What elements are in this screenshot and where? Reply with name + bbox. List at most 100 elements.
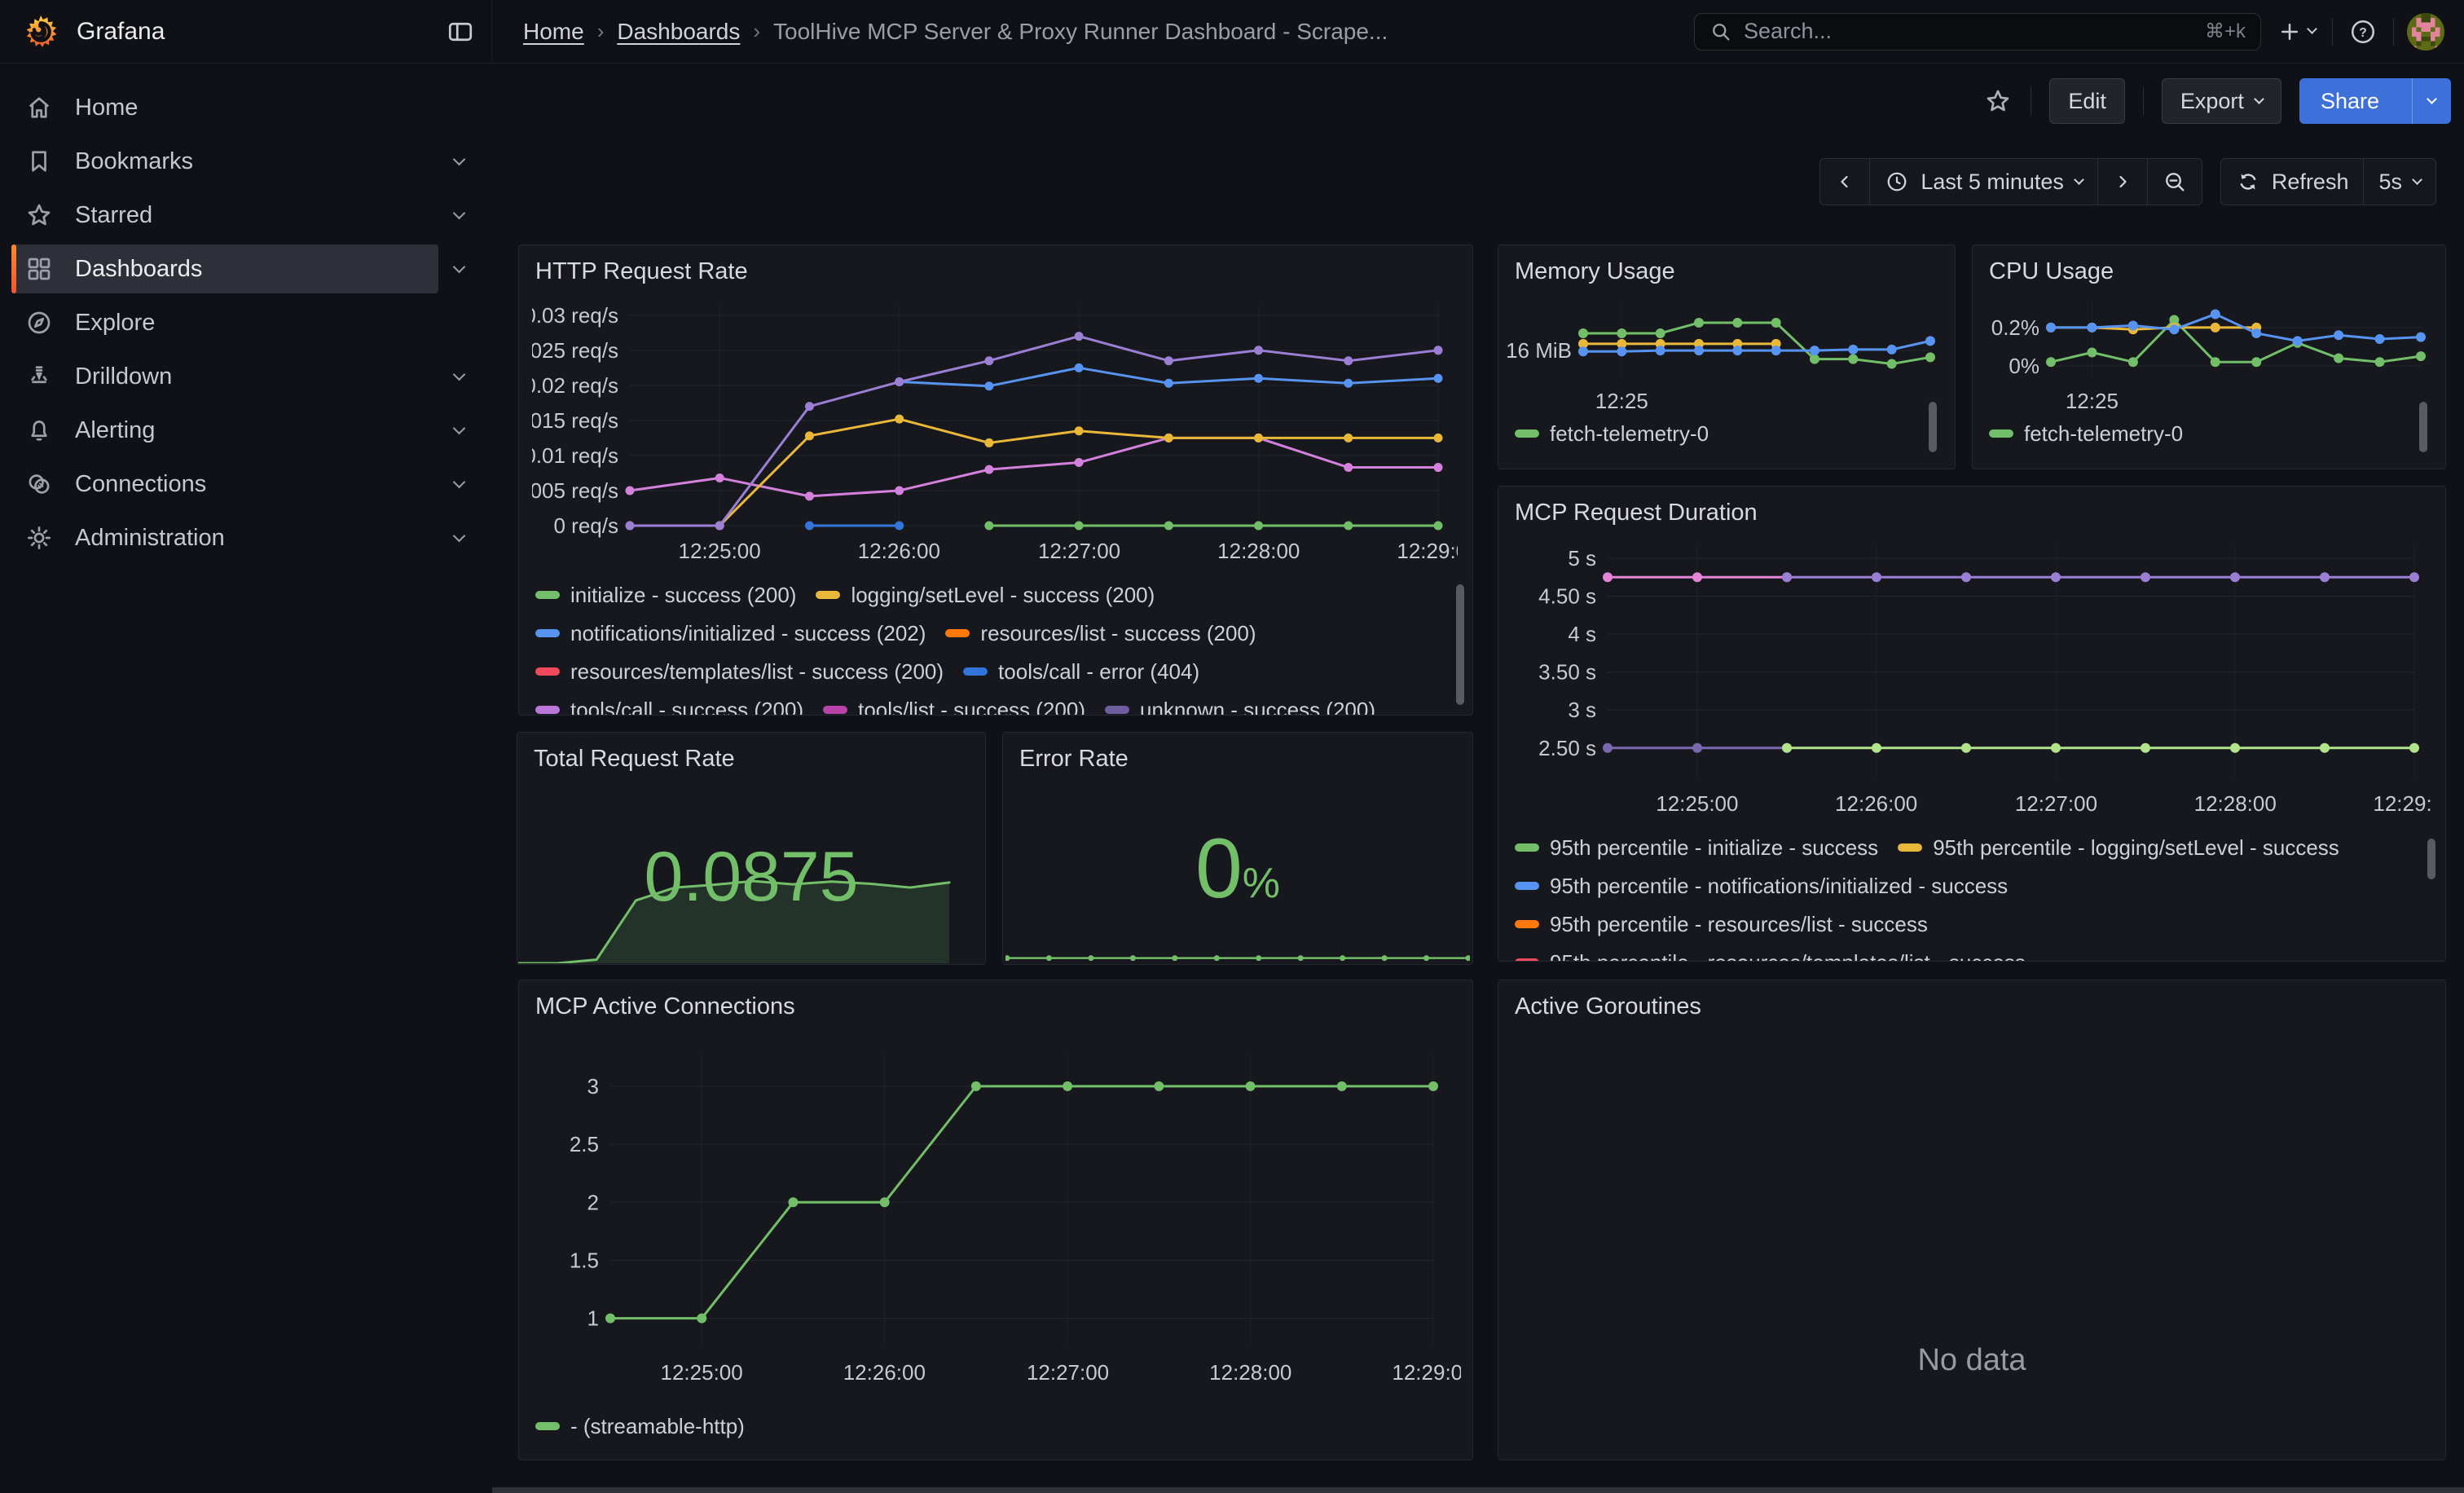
legend-item[interactable]: fetch-telemetry-0 xyxy=(1989,421,2183,446)
sidebar-item-administration[interactable]: Administration xyxy=(11,513,438,562)
time-controls: Last 5 minutes Refresh 5s xyxy=(1819,158,2436,205)
svg-text:0.015 req/s: 0.015 req/s xyxy=(532,408,618,433)
svg-text:12:29:00: 12:29:00 xyxy=(1392,1360,1461,1385)
expand-dashboards-icon[interactable] xyxy=(438,266,479,272)
navbar-actions: Search... ⌘+k ? xyxy=(1694,13,2464,51)
add-new-button[interactable] xyxy=(2274,16,2319,47)
legend-item[interactable]: fetch-telemetry-0 xyxy=(1515,421,1709,446)
svg-text:3 s: 3 s xyxy=(1568,698,1596,722)
expand-connections-icon[interactable] xyxy=(438,482,479,487)
legend-item[interactable]: unknown - success (200) xyxy=(1105,698,1375,716)
export-button[interactable]: Export xyxy=(2162,78,2281,124)
expand-alerting-icon[interactable] xyxy=(438,428,479,434)
grafana-logo[interactable] xyxy=(23,14,59,50)
legend-item[interactable]: 95th percentile - initialize - success xyxy=(1515,835,1878,860)
breadcrumb-current: ToolHive MCP Server & Proxy Runner Dashb… xyxy=(773,19,1388,45)
svg-text:12:27:00: 12:27:00 xyxy=(1038,539,1120,563)
svg-text:12:26:00: 12:26:00 xyxy=(1835,791,1917,816)
star-icon xyxy=(24,200,54,230)
sidebar-item-home[interactable]: Home xyxy=(11,83,479,132)
chevron-down-icon xyxy=(2307,24,2317,34)
legend-item[interactable]: 95th percentile - resources/list - succe… xyxy=(1515,912,1928,936)
time-shift-forward-button[interactable] xyxy=(2097,158,2148,205)
svg-text:16 MiB: 16 MiB xyxy=(1506,338,1572,363)
panel-title: MCP Request Duration xyxy=(1498,487,2445,526)
divider xyxy=(2143,87,2144,115)
edit-button[interactable]: Edit xyxy=(2049,78,2125,124)
user-avatar[interactable] xyxy=(2407,13,2444,51)
legend-item[interactable]: 95th percentile - resources/templates/li… xyxy=(1515,950,2026,962)
drilldown-icon xyxy=(24,362,54,391)
sidebar-item-connections[interactable]: Connections xyxy=(11,460,438,509)
legend-scrollbar[interactable] xyxy=(2427,839,2435,879)
sidebar-item-explore[interactable]: Explore xyxy=(11,298,479,347)
breadcrumb-dashboards[interactable]: Dashboards xyxy=(617,19,740,45)
svg-text:2.5: 2.5 xyxy=(570,1132,599,1156)
svg-text:12:27:00: 12:27:00 xyxy=(2015,791,2097,816)
sidebar-item-label: Dashboards xyxy=(75,256,202,283)
sidebar-item-drilldown[interactable]: Drilldown xyxy=(11,352,438,401)
refresh-interval-picker[interactable]: 5s xyxy=(2363,158,2436,205)
mcp-active-connections-chart[interactable]: 12:25:0012:26:0012:27:0012:28:0012:29:00… xyxy=(532,1037,1461,1396)
sidebar-item-label: Connections xyxy=(75,471,206,498)
panel-cpu-usage[interactable]: CPU Usage 12:250.2%0% fetch-telemetry-0 xyxy=(1972,244,2446,469)
legend-item[interactable]: tools/list - success (200) xyxy=(823,698,1085,716)
horizontal-scrollbar[interactable] xyxy=(492,1487,2464,1493)
mcp-request-duration-chart[interactable]: 12:25:0012:26:0012:27:0012:28:0012:29:00… xyxy=(1511,539,2431,824)
sidebar-item-starred[interactable]: Starred xyxy=(11,191,438,240)
panel-active-goroutines[interactable]: Active Goroutines No data xyxy=(1498,980,2446,1460)
search-input[interactable]: Search... ⌘+k xyxy=(1694,13,2261,51)
legend-item[interactable]: 95th percentile - logging/setLevel - suc… xyxy=(1898,835,2339,860)
favorite-star-icon[interactable] xyxy=(1983,86,2013,116)
time-shift-back-button[interactable] xyxy=(1819,158,1870,205)
legend-item[interactable]: - (streamable-http) xyxy=(535,1414,745,1438)
cpu-usage-chart[interactable]: 12:250.2%0% xyxy=(1979,291,2432,413)
legend-item[interactable]: notifications/initialized - success (202… xyxy=(535,621,926,645)
share-dropdown-icon[interactable] xyxy=(2412,78,2451,124)
breadcrumb-home[interactable]: Home xyxy=(523,19,584,45)
expand-drilldown-icon[interactable] xyxy=(438,374,479,380)
panel-title: HTTP Request Rate xyxy=(519,245,1472,285)
svg-text:1.5: 1.5 xyxy=(570,1248,599,1272)
memory-legend: fetch-telemetry-0 xyxy=(1515,421,1906,451)
legend-item[interactable]: resources/list - success (200) xyxy=(945,621,1256,645)
legend-item[interactable]: logging/setLevel - success (200) xyxy=(816,583,1155,607)
panel-total-request-rate[interactable]: Total Request Rate 0.0875 xyxy=(517,732,986,965)
sidebar-item-alerting[interactable]: Alerting xyxy=(11,406,438,455)
legend-item[interactable]: initialize - success (200) xyxy=(535,583,796,607)
memory-usage-chart[interactable]: 12:2516 MiB xyxy=(1505,291,1942,413)
expand-bookmarks-icon[interactable] xyxy=(438,159,479,165)
search-icon xyxy=(1709,20,1732,43)
expand-administration-icon[interactable] xyxy=(438,535,479,541)
active-indicator xyxy=(11,244,16,293)
legend-item[interactable]: resources/templates/list - success (200) xyxy=(535,659,944,684)
stat-unit: % xyxy=(1243,860,1280,907)
sidebar-item-bookmarks[interactable]: Bookmarks xyxy=(11,137,438,186)
share-button[interactable]: Share xyxy=(2299,78,2400,124)
legend-scrollbar[interactable] xyxy=(1456,584,1464,705)
panel-mcp-active-connections[interactable]: MCP Active Connections 12:25:0012:26:001… xyxy=(518,980,1473,1460)
legend-item[interactable]: 95th percentile - notifications/initiali… xyxy=(1515,874,2008,898)
help-button[interactable]: ? xyxy=(2346,15,2380,49)
http-request-rate-chart[interactable]: 12:25:0012:26:0012:27:0012:28:0012:29:00… xyxy=(532,294,1458,571)
panel-memory-usage[interactable]: Memory Usage 12:2516 MiB fetch-telemetry… xyxy=(1498,244,1956,469)
svg-text:0 req/s: 0 req/s xyxy=(554,513,619,538)
zoom-out-button[interactable] xyxy=(2147,158,2202,205)
legend-item[interactable]: tools/call - error (404) xyxy=(963,659,1199,684)
sidebar-item-dashboards[interactable]: Dashboards xyxy=(11,244,438,293)
legend-scrollbar[interactable] xyxy=(1929,402,1937,452)
refresh-group: Refresh 5s xyxy=(2220,158,2436,205)
time-range-picker[interactable]: Last 5 minutes xyxy=(1869,158,2098,205)
refresh-button[interactable]: Refresh xyxy=(2220,158,2365,205)
svg-text:12:29:00: 12:29:00 xyxy=(2373,791,2431,816)
svg-text:3.50 s: 3.50 s xyxy=(1538,660,1596,685)
legend-scrollbar[interactable] xyxy=(2419,402,2427,452)
panel-http-request-rate[interactable]: HTTP Request Rate 12:25:0012:26:0012:27:… xyxy=(518,244,1473,716)
dashboard-canvas: Edit Export Share Last 5 minutes xyxy=(492,64,2464,1493)
legend-item[interactable]: tools/call - success (200) xyxy=(535,698,803,716)
panel-mcp-request-duration[interactable]: MCP Request Duration 12:25:0012:26:0012:… xyxy=(1498,486,2446,962)
sidebar-toggle-icon[interactable] xyxy=(446,17,475,46)
expand-starred-icon[interactable] xyxy=(438,213,479,218)
svg-text:0.03 req/s: 0.03 req/s xyxy=(532,303,618,328)
panel-error-rate[interactable]: Error Rate 0% xyxy=(1002,732,1473,965)
